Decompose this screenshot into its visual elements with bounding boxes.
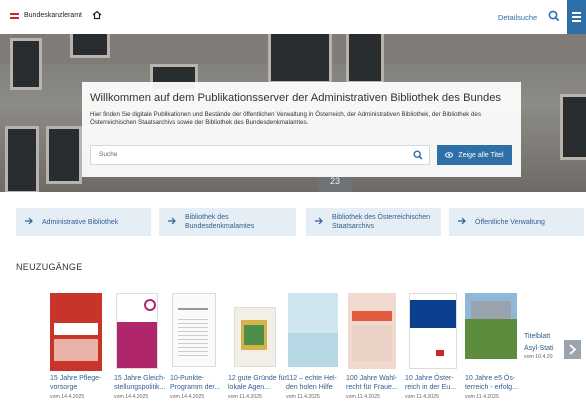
book-cover[interactable] [288, 293, 338, 367]
book-title[interactable]: Titelblatt Asyl-Stati [524, 331, 564, 355]
show-all-titles-button[interactable]: Zeige alle Titel [437, 145, 512, 165]
tile-label: Bibliothek des Österreichischen Staatsar… [332, 214, 431, 230]
book-title[interactable]: 10-Punkte-Programm der... [170, 374, 230, 392]
book-date: vom 11.4.2025 [465, 394, 499, 400]
show-all-titles-label: Zeige alle Titel [458, 151, 504, 159]
book-date: vom 11.4.2025 [286, 394, 320, 400]
facade-window [46, 126, 82, 184]
hero-card: Willkommen auf dem Publikationsserver de… [82, 82, 521, 177]
book-date: vom 14.4.2025 [114, 394, 149, 400]
book-cover[interactable] [348, 293, 396, 369]
book-title[interactable]: 10 Jahre Öster-reich in der Eu... [405, 374, 465, 392]
book-date: vom 14.4.2025 [170, 394, 205, 400]
search-icon[interactable] [413, 150, 423, 160]
book-title[interactable]: 112 – echte Hel-den holen Hilfe [286, 374, 346, 392]
book-cover[interactable] [116, 293, 158, 369]
book-title[interactable]: 100 Jahre Wahl-recht für Fraue... [346, 374, 406, 392]
carousel-next-button[interactable] [564, 340, 581, 359]
tile-label: Administrative Bibliothek [42, 218, 119, 226]
search-field[interactable]: Suche [90, 145, 430, 165]
arrow-right-icon [458, 217, 466, 225]
facade-window [346, 34, 384, 84]
book-item[interactable]: Titelblatt Asyl-Stati vom 10.4.20 [524, 293, 564, 403]
book-cover[interactable] [465, 293, 517, 359]
hero-description: Hier finden Sie digitale Publikationen u… [90, 111, 481, 126]
search-icon[interactable] [548, 10, 560, 22]
tile-label: Öffentliche Verwaltung [475, 218, 545, 226]
book-date: vom 11.4.2025 [346, 394, 380, 400]
site-header: Bundeskanzleramt Detailsuche [0, 0, 586, 35]
book-cover[interactable] [50, 293, 102, 371]
hero-banner: 23 Willkommen auf dem Publikationsserver… [0, 34, 586, 192]
book-cover[interactable] [234, 307, 276, 367]
new-arrivals-carousel: 15 Jahre Pflege-vorsorge vom 14.4.2025 1… [0, 293, 586, 403]
book-date: vom 14.4.2025 [50, 394, 85, 400]
facade-window [268, 34, 332, 84]
tile-bundesdenkmalamt[interactable]: Bibliothek des Bundesdenkmalamtes [159, 208, 296, 236]
tile-oeffentliche-verwaltung[interactable]: Öffentliche Verwaltung [449, 208, 584, 236]
arrow-right-icon [168, 217, 176, 225]
book-cover[interactable] [409, 293, 457, 369]
arrow-right-icon [25, 217, 33, 225]
book-cover[interactable] [172, 293, 216, 367]
detail-search-link[interactable]: Detailsuche [498, 13, 537, 22]
book-date: vom 11.4.2025 [228, 394, 262, 400]
facade-window [560, 94, 586, 160]
tile-staatsarchiv[interactable]: Bibliothek des Österreichischen Staatsar… [306, 208, 441, 236]
book-date: vom 11.4.2025 [405, 394, 439, 400]
book-date: vom 10.4.20 [524, 354, 553, 360]
austria-flag-icon [10, 12, 19, 19]
facade-window [70, 34, 110, 58]
eye-icon [445, 152, 454, 158]
tile-label: Bibliothek des Bundesdenkmalamtes [185, 214, 255, 230]
logo[interactable]: Bundeskanzleramt [10, 12, 82, 19]
facade-window [10, 38, 42, 90]
facade-window [5, 126, 39, 192]
arrow-right-icon [315, 217, 323, 225]
home-icon[interactable] [92, 10, 102, 20]
section-title: NEUZUGÄNGE [16, 262, 83, 272]
hero-title: Willkommen auf dem Publikationsserver de… [90, 92, 502, 104]
menu-button[interactable] [567, 0, 586, 34]
search-placeholder: Suche [99, 151, 118, 158]
book-title[interactable]: 10 Jahre e5 Ös-terreich - erfolg... [465, 374, 525, 392]
book-title[interactable]: 15 Jahre Pflege-vorsorge [50, 374, 110, 392]
chevron-right-icon [569, 344, 577, 355]
tile-administrative-bibliothek[interactable]: Administrative Bibliothek [16, 208, 151, 236]
logo-text: Bundeskanzleramt [24, 12, 82, 19]
book-title[interactable]: 12 gute Gründe für lokale Agen... [228, 374, 288, 392]
book-title[interactable]: 15 Jahre Gleich-stellungspolitik... [114, 374, 174, 392]
